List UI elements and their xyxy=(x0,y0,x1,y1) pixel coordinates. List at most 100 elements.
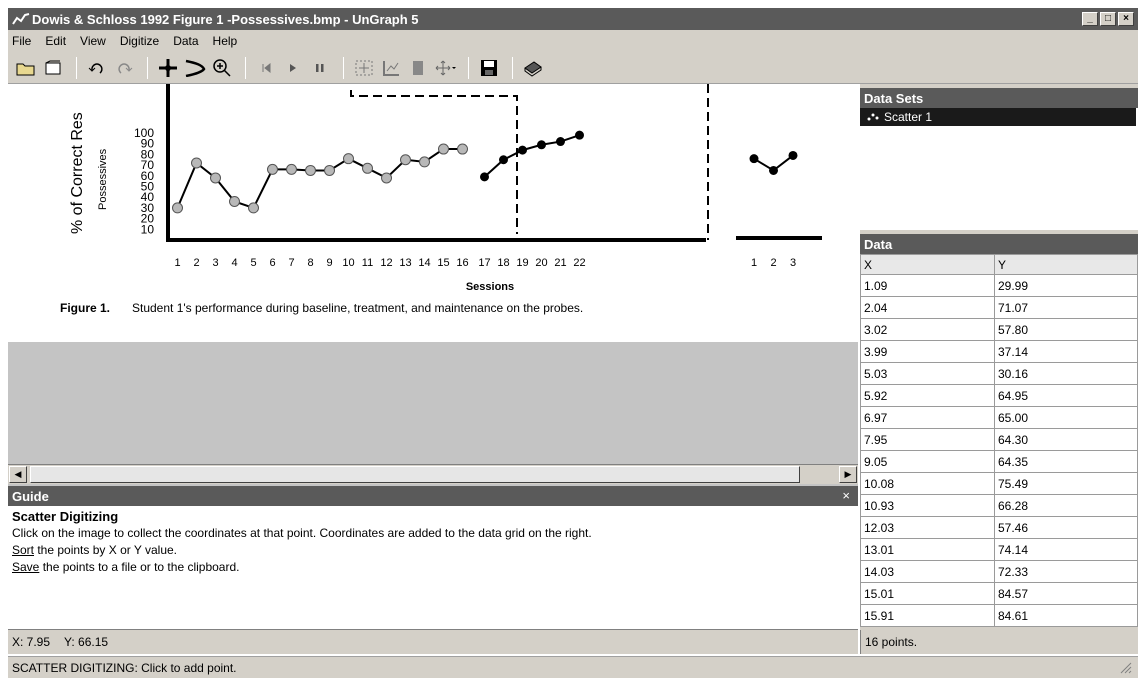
data-point-baseline xyxy=(343,153,354,165)
table-row[interactable]: 1.09 29.99 xyxy=(860,274,1138,297)
axis-calibrate-icon[interactable] xyxy=(379,56,403,80)
cell-x[interactable]: 10.93 xyxy=(860,494,995,517)
dataset-item[interactable]: Scatter 1 xyxy=(860,108,1136,126)
curve-digitize-icon[interactable] xyxy=(183,56,207,80)
table-row[interactable]: 10.93 66.28 xyxy=(860,494,1138,517)
cell-x[interactable]: 3.02 xyxy=(860,318,995,341)
cell-y[interactable]: 66.28 xyxy=(994,494,1138,517)
maximize-button[interactable]: □ xyxy=(1100,12,1116,26)
table-row[interactable]: 10.08 75.49 xyxy=(860,472,1138,495)
cell-x[interactable]: 9.05 xyxy=(860,450,995,473)
cell-y[interactable]: 84.57 xyxy=(994,582,1138,605)
table-row[interactable]: 15.01 84.57 xyxy=(860,582,1138,605)
table-row[interactable]: 3.02 57.80 xyxy=(860,318,1138,341)
toolbar-separator xyxy=(76,56,77,79)
pause-icon[interactable] xyxy=(308,56,332,80)
minimize-button[interactable]: _ xyxy=(1082,12,1098,26)
close-window-button[interactable]: × xyxy=(1118,12,1134,26)
table-row[interactable]: 7.95 64.30 xyxy=(860,428,1138,451)
cell-x[interactable]: 7.95 xyxy=(860,428,995,451)
table-row[interactable]: 9.05 64.35 xyxy=(860,450,1138,473)
cell-x[interactable]: 5.92 xyxy=(860,384,995,407)
table-row[interactable]: 5.03 30.16 xyxy=(860,362,1138,385)
y-axis-subtitle: Possessives xyxy=(97,148,109,210)
menu-edit[interactable]: Edit xyxy=(45,34,66,48)
phase-divider-top xyxy=(350,90,518,234)
undo-icon[interactable] xyxy=(85,56,109,80)
cell-y[interactable]: 29.99 xyxy=(994,274,1138,297)
cell-y[interactable]: 57.46 xyxy=(994,516,1138,539)
column-header-y[interactable]: Y xyxy=(994,254,1138,275)
mode-status-text: SCATTER DIGITIZING: Click to add point. xyxy=(12,660,237,675)
table-row[interactable]: 6.97 65.00 xyxy=(860,406,1138,429)
cell-x[interactable]: 15.01 xyxy=(860,582,995,605)
cell-x[interactable]: 14.03 xyxy=(860,560,995,583)
menu-view[interactable]: View xyxy=(80,34,106,48)
data-grid[interactable]: X Y 1.09 29.99 2.04 71.07 3.02 57.80 3.99 37.14… xyxy=(860,254,1138,627)
cell-x[interactable]: 13.01 xyxy=(860,538,995,561)
digitized-chart[interactable]: % of Correct Res Possessives 10203040506… xyxy=(8,84,858,342)
x-tick-label: 22 xyxy=(573,257,585,269)
cell-y[interactable]: 72.33 xyxy=(994,560,1138,583)
cell-x[interactable]: 12.03 xyxy=(860,516,995,539)
cell-y[interactable]: 64.35 xyxy=(994,450,1138,473)
crosshair-icon[interactable] xyxy=(156,56,180,80)
points-count-status: 16 points. xyxy=(860,630,1138,654)
table-row[interactable]: 14.03 72.33 xyxy=(860,560,1138,583)
table-row[interactable]: 15.91 84.61 xyxy=(860,604,1138,627)
move-dropdown-icon[interactable] xyxy=(433,56,457,80)
table-row[interactable]: 3.99 37.14 xyxy=(860,340,1138,363)
save-icon[interactable] xyxy=(477,56,501,80)
cell-x[interactable]: 2.04 xyxy=(860,296,995,319)
menu-file[interactable]: File xyxy=(12,34,31,48)
guide-heading: Scatter Digitizing xyxy=(12,509,119,524)
point-grid-icon[interactable] xyxy=(352,56,376,80)
table-row[interactable]: 2.04 71.07 xyxy=(860,296,1138,319)
menu-help[interactable]: Help xyxy=(213,34,238,48)
resize-grip-icon[interactable] xyxy=(1120,662,1132,674)
cell-y[interactable]: 84.61 xyxy=(994,604,1138,627)
redo-icon[interactable] xyxy=(112,56,136,80)
play-icon[interactable] xyxy=(281,56,305,80)
column-header-x[interactable]: X xyxy=(860,254,995,275)
figure-image[interactable]: % of Correct Res Possessives 10 20 30 40 50 6… xyxy=(8,84,858,342)
cell-y[interactable]: 30.16 xyxy=(994,362,1138,385)
cell-y[interactable]: 71.07 xyxy=(994,296,1138,319)
cell-y[interactable]: 64.30 xyxy=(994,428,1138,451)
cell-y[interactable]: 37.14 xyxy=(994,340,1138,363)
menu-digitize[interactable]: Digitize xyxy=(120,34,159,48)
cell-x[interactable]: 5.03 xyxy=(860,362,995,385)
menu-data[interactable]: Data xyxy=(173,34,198,48)
book-icon[interactable] xyxy=(521,56,545,80)
x-tick-label: 10 xyxy=(342,257,354,269)
cell-y[interactable]: 74.14 xyxy=(994,538,1138,561)
fill-area-icon[interactable] xyxy=(406,56,430,80)
cell-x[interactable]: 10.08 xyxy=(860,472,995,495)
horizontal-scrollbar[interactable]: ◀ ▶ xyxy=(8,464,858,484)
cell-y[interactable]: 57.80 xyxy=(994,318,1138,341)
scroll-left-icon[interactable]: ◀ xyxy=(9,466,27,483)
cell-x[interactable]: 6.97 xyxy=(860,406,995,429)
cell-x[interactable]: 3.99 xyxy=(860,340,995,363)
save-link[interactable]: Save xyxy=(12,560,39,574)
cell-y[interactable]: 75.49 xyxy=(994,472,1138,495)
table-row[interactable]: 12.03 57.46 xyxy=(860,516,1138,539)
guide-close-icon[interactable]: × xyxy=(842,488,850,503)
open-image-icon[interactable] xyxy=(41,56,65,80)
cell-x[interactable]: 15.91 xyxy=(860,604,995,627)
data-point-treatment xyxy=(537,140,546,150)
cell-x[interactable]: 1.09 xyxy=(860,274,995,297)
x-axis-title: Sessions xyxy=(466,281,514,293)
toolbar-separator xyxy=(147,56,148,79)
zoom-icon[interactable] xyxy=(210,56,234,80)
scroll-right-icon[interactable]: ▶ xyxy=(839,466,857,483)
cell-y[interactable]: 65.00 xyxy=(994,406,1138,429)
table-row[interactable]: 13.01 74.14 xyxy=(860,538,1138,561)
cell-y[interactable]: 64.95 xyxy=(994,384,1138,407)
step-back-icon[interactable] xyxy=(254,56,278,80)
x-tick-label: 3 xyxy=(212,257,218,269)
scrollbar-thumb[interactable] xyxy=(30,466,800,483)
open-folder-icon[interactable] xyxy=(14,56,38,80)
sort-link[interactable]: Sort xyxy=(12,543,34,557)
table-row[interactable]: 5.92 64.95 xyxy=(860,384,1138,407)
